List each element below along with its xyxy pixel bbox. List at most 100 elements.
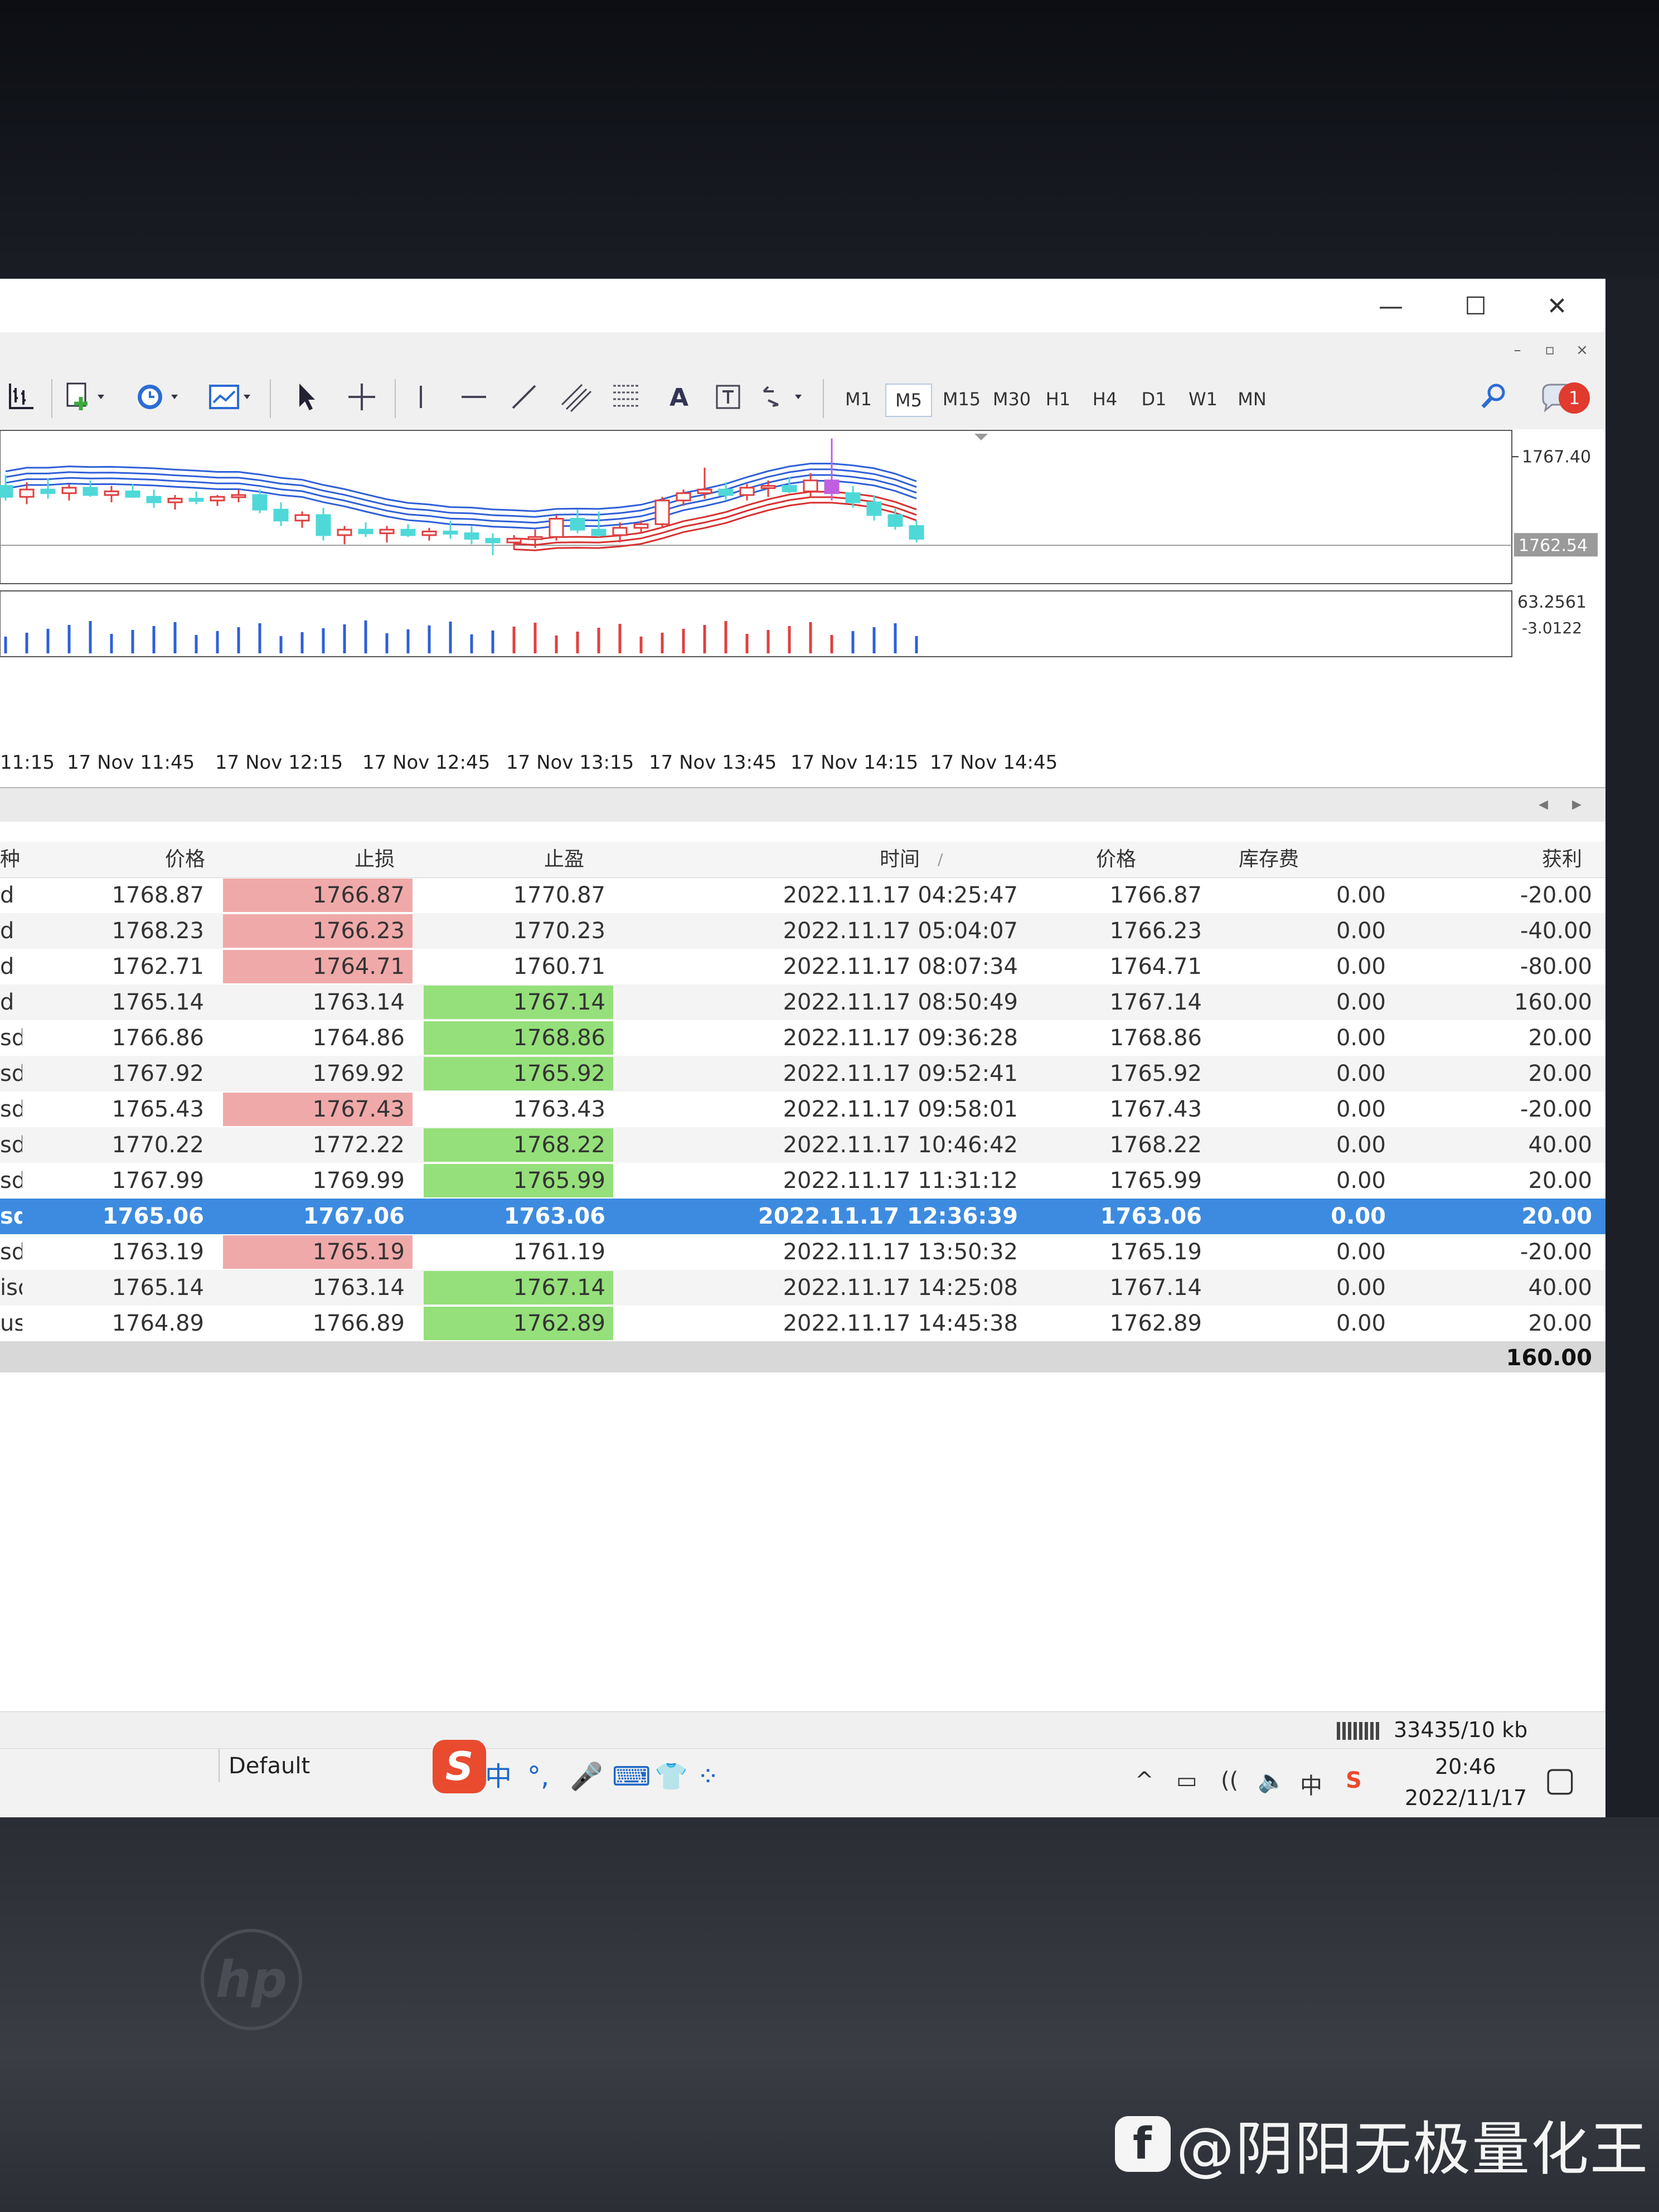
cell-swap: 0.00 (1336, 1132, 1386, 1158)
profile-name[interactable]: Default (229, 1753, 310, 1779)
column-profit[interactable]: 获利 (1332, 842, 1589, 877)
ime-skin-icon[interactable]: 👕 (654, 1754, 688, 1799)
column-close-price[interactable]: 价格 (959, 842, 1143, 877)
fibonacci-icon[interactable] (609, 380, 648, 416)
table-row[interactable]: sd 1770.22 1772.22 1768.22 2022.11.17 10:46:… (0, 1127, 1605, 1163)
chart-minimize-button[interactable]: – (1505, 338, 1530, 362)
candle-body (40, 488, 56, 494)
cell-close-time: 2022.11.17 08:07:34 (783, 954, 1018, 979)
battery-icon[interactable]: ▭ (1176, 1768, 1197, 1793)
window-close-button[interactable]: ✕ (1537, 290, 1576, 323)
periods-clock-icon[interactable] (132, 380, 187, 416)
timeframe-h1-button[interactable]: H1 (1036, 384, 1080, 415)
table-row[interactable]: sd 1763.19 1765.19 1761.19 2022.11.17 13:50:… (0, 1234, 1605, 1270)
cell-symbol: sd (0, 1097, 22, 1122)
table-row[interactable]: d 1768.23 1766.23 1770.23 2022.11.17 05:04:0… (0, 913, 1605, 949)
price-chart[interactable]: 1767.40 1762.54 63.2561 -3.0122 (0, 429, 1605, 747)
crosshair-icon[interactable] (342, 380, 381, 416)
cell-close-price: 1767.43 (1109, 1097, 1202, 1122)
ime-chinese-mode[interactable]: 中 (485, 1754, 512, 1799)
vertical-line-icon[interactable] (407, 380, 435, 416)
table-row[interactable]: sd 1767.92 1769.92 1765.92 2022.11.17 09:52:… (0, 1056, 1605, 1092)
candle-body (485, 537, 501, 544)
volume-icon[interactable]: 🔈 (1258, 1768, 1286, 1794)
input-language-icon[interactable]: 中 (1300, 1768, 1322, 1800)
candle-body (294, 514, 310, 522)
cursor-arrow-icon[interactable] (290, 380, 323, 416)
timeframe-mn-button[interactable]: MN (1230, 384, 1274, 415)
time-axis: 11:15 17 Nov 11:45 17 Nov 12:15 17 Nov 12:4… (0, 747, 1605, 786)
search-icon[interactable] (1476, 380, 1510, 416)
column-swap[interactable]: 库存费 (1143, 842, 1332, 877)
equidistant-channel-icon[interactable] (557, 380, 596, 416)
table-row[interactable]: sd 1765.43 1767.43 1763.43 2022.11.17 09:58:… (0, 1092, 1605, 1127)
table-row[interactable]: d 1768.87 1766.87 1770.87 2022.11.17 04:25:4… (0, 877, 1605, 913)
terminal-scroll-right-button[interactable]: ▸ (1572, 793, 1582, 815)
candle-body (654, 499, 670, 525)
cell-close-price: 1765.92 (1109, 1061, 1202, 1086)
candle-body (612, 527, 628, 536)
column-stop-loss[interactable]: 止损 (212, 842, 401, 877)
clock-date[interactable]: 2022/11/17 (1405, 1786, 1527, 1810)
table-row[interactable]: sd 1766.86 1764.86 1768.86 2022.11.17 09:36:… (0, 1020, 1605, 1056)
chart-close-button[interactable]: × (1570, 338, 1594, 362)
candle-body (210, 496, 225, 502)
timeframe-m30-button[interactable]: M30 (987, 384, 1037, 415)
cell-close-time: 2022.11.17 10:46:42 (783, 1132, 1018, 1158)
cell-take-profit: 1765.92 (424, 1057, 613, 1090)
cell-open-price: 1763.19 (111, 1239, 204, 1265)
candle-body (83, 487, 98, 496)
table-row[interactable]: d 1762.71 1764.71 1760.71 2022.11.17 08:07:3… (0, 949, 1605, 984)
sogou-tray-icon[interactable]: S (1346, 1768, 1362, 1793)
action-center-icon[interactable]: ▢ (1544, 1760, 1576, 1799)
window-minimize-button[interactable]: — (1371, 290, 1410, 323)
clock-time[interactable]: 20:46 (1435, 1754, 1496, 1779)
column-symbol[interactable]: 种 (0, 842, 22, 877)
timeframe-m1-button[interactable]: M1 (836, 384, 881, 415)
text-tool-icon[interactable]: A (663, 380, 695, 416)
monitor-screen: — ☐ ✕ – ▫ × A M1 M5 M15 M30 H1 H4 D1 W1 … (0, 279, 1605, 1817)
timeframe-w1-button[interactable]: W1 (1181, 384, 1225, 415)
cell-take-profit: 1763.43 (513, 1097, 605, 1122)
timeframe-m5-button[interactable]: M5 (885, 384, 932, 417)
timeframe-m15-button[interactable]: M15 (937, 384, 987, 415)
table-row[interactable]: usd 1764.89 1766.89 1762.89 2022.11.17 14:45… (0, 1306, 1605, 1341)
notification-badge[interactable]: 1 (1559, 382, 1590, 414)
table-row[interactable]: isd 1765.14 1763.14 1767.14 2022.11.17 14:25… (0, 1270, 1605, 1306)
ime-toolbox-icon[interactable]: ⁘ (697, 1754, 719, 1799)
horizontal-line-icon[interactable] (457, 380, 491, 416)
cell-close-time: 2022.11.17 09:36:28 (783, 1025, 1018, 1051)
cell-take-profit: 1768.86 (424, 1021, 613, 1055)
table-row[interactable]: sd 1767.99 1769.99 1765.99 2022.11.17 11:31:… (0, 1163, 1605, 1199)
connection-bars-icon (1336, 1719, 1386, 1741)
terminal-scroll-left-button[interactable]: ◂ (1539, 793, 1548, 815)
table-row-selected[interactable]: sd 1765.06 1767.06 1763.06 2022.11.17 12:36:… (0, 1199, 1605, 1234)
wifi-icon[interactable]: (( (1221, 1768, 1238, 1793)
column-take-profit[interactable]: 止盈 (401, 842, 591, 877)
candle-body (718, 488, 734, 496)
ime-punctuation[interactable]: °, (527, 1754, 549, 1799)
ime-voice-icon[interactable]: 🎤 (570, 1754, 603, 1799)
column-close-time[interactable]: 时间 (591, 842, 959, 877)
column-open-price[interactable]: 价格 (22, 842, 212, 877)
watermark: f @阴阳无极量化王 (1115, 2102, 1649, 2186)
tray-expand-icon[interactable]: ^ (1135, 1768, 1154, 1793)
candle-body (845, 492, 861, 503)
window-maximize-button[interactable]: ☐ (1456, 290, 1495, 323)
timeframe-h4-button[interactable]: H4 (1083, 384, 1127, 415)
templates-icon[interactable] (204, 380, 260, 416)
new-chart-icon[interactable] (61, 380, 111, 416)
cell-open-price: 1765.14 (111, 1275, 204, 1301)
bar-chart-icon[interactable] (4, 380, 38, 416)
chart-restore-button[interactable]: ▫ (1537, 338, 1562, 362)
ime-keyboard-icon[interactable]: ⌨ (612, 1754, 651, 1799)
sogou-ime-logo[interactable]: S (433, 1740, 486, 1793)
trendline-icon[interactable] (507, 380, 541, 416)
text-label-icon[interactable] (711, 380, 745, 416)
table-header: 种 价格 止损 止盈 时间 / 价格 库存费 获利 (0, 842, 1605, 878)
table-row[interactable]: d 1765.14 1763.14 1767.14 2022.11.17 08:50:4… (0, 984, 1605, 1020)
timeframe-d1-button[interactable]: D1 (1132, 384, 1176, 415)
arrows-tool-icon[interactable] (758, 380, 814, 416)
cell-symbol: isd (0, 1275, 22, 1301)
candle-body (570, 517, 585, 531)
